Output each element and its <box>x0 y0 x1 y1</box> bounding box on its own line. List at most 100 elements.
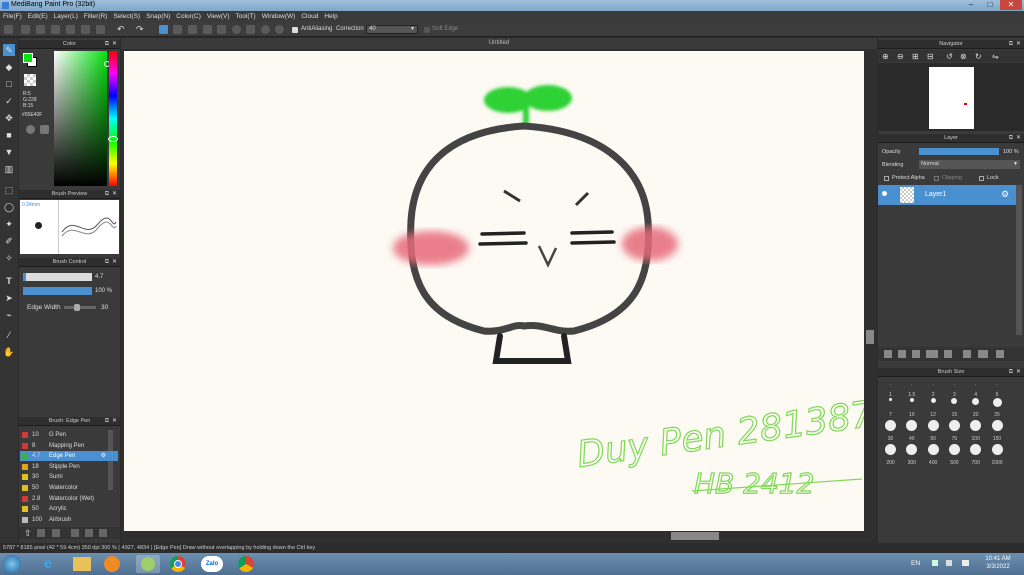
eyedropper-tool-icon[interactable]: ⁄ <box>3 329 15 341</box>
export-icon[interactable] <box>66 25 75 34</box>
start-button[interactable] <box>3 555 21 573</box>
brush-size-option[interactable]: 70 <box>944 420 965 442</box>
protect-alpha-checkbox[interactable] <box>884 176 889 181</box>
brush-up-icon[interactable]: ⇧ <box>24 528 32 539</box>
shape-fill-tool-icon[interactable]: ■ <box>3 129 15 141</box>
blending-select[interactable]: Normal ▼ <box>919 160 1020 169</box>
layer-row[interactable]: Layer1 ⚙ <box>878 185 1016 205</box>
fit-icon[interactable]: ⊞ <box>912 52 919 61</box>
fill-select-icon[interactable] <box>188 25 197 34</box>
menu-edit[interactable]: Edit(E) <box>25 11 51 22</box>
popout-icon[interactable]: ⧉ <box>1009 134 1013 143</box>
redo-icon[interactable]: ↷ <box>136 25 145 34</box>
brush-size-option[interactable]: · <box>880 378 901 388</box>
image-icon[interactable] <box>81 25 90 34</box>
zalo-icon[interactable]: Zalo <box>201 556 223 572</box>
brush-list-item[interactable]: 50 Watercolor <box>20 483 118 493</box>
radial-snap-icon[interactable] <box>261 25 270 34</box>
explorer-icon[interactable] <box>73 557 91 571</box>
close-icon[interactable]: ✕ <box>112 258 117 267</box>
select-pen-tool-icon[interactable]: ✐ <box>3 235 15 247</box>
actual-size-icon[interactable]: ⊟ <box>927 52 934 61</box>
brush-size-option[interactable]: 400 <box>923 444 944 466</box>
brush-size-option[interactable]: 1000 <box>987 444 1008 466</box>
check-tool-icon[interactable]: ✓ <box>3 95 15 107</box>
brush-copy-icon[interactable] <box>99 529 107 537</box>
gear-icon[interactable]: ⚙ <box>1001 189 1009 200</box>
hue-slider[interactable] <box>108 51 118 186</box>
antialiasing-checkbox[interactable] <box>292 27 298 33</box>
soft-edge-checkbox[interactable] <box>424 27 430 33</box>
minimize-button[interactable]: – <box>962 0 980 10</box>
brush-size-option[interactable]: 3 <box>944 388 965 398</box>
hand-tool-icon[interactable]: ✋ <box>3 346 15 358</box>
brush-folder-icon[interactable] <box>85 529 93 537</box>
brush-size-option[interactable]: 12 <box>923 398 944 418</box>
edge-width-thumb[interactable] <box>73 304 80 311</box>
brush-size-option[interactable]: 15 <box>944 398 965 418</box>
delete-layer-icon[interactable] <box>996 350 1004 358</box>
brush-size-option[interactable]: 25 <box>987 398 1008 418</box>
lock-checkbox[interactable] <box>979 176 984 181</box>
ie-icon[interactable]: e <box>40 556 56 572</box>
add-8bit-layer-icon[interactable] <box>912 350 920 358</box>
brush-menu-icon[interactable] <box>52 529 60 537</box>
concentric-snap-icon[interactable] <box>275 25 284 34</box>
undo-icon[interactable]: ↶ <box>117 25 126 34</box>
brush-size-option[interactable]: 7 <box>880 398 901 418</box>
hue-slider-thumb[interactable] <box>108 136 118 142</box>
popout-icon[interactable]: ⧉ <box>1009 368 1013 377</box>
brush-size-option[interactable]: 1.5 <box>901 388 922 398</box>
menu-filter[interactable]: Filter(R) <box>81 11 110 22</box>
menu-tool[interactable]: Tool(T) <box>233 11 259 22</box>
brush-tool-icon[interactable]: ✎ <box>3 44 15 56</box>
layer-menu-icon[interactable] <box>926 350 938 358</box>
brush-size-option[interactable]: 2 <box>923 388 944 398</box>
divide-tool-icon[interactable]: ⌁ <box>3 309 15 321</box>
grid-icon[interactable] <box>217 25 226 34</box>
network-icon[interactable] <box>962 560 969 566</box>
menu-color[interactable]: Color(C) <box>173 11 204 22</box>
gear-icon[interactable]: ⚙ <box>101 451 106 461</box>
horizontal-scrollbar[interactable] <box>671 532 719 540</box>
brush-size-option[interactable]: · <box>923 378 944 388</box>
close-icon[interactable]: ✕ <box>1016 134 1021 143</box>
popout-icon[interactable]: ⧉ <box>105 40 109 49</box>
add-layer-icon[interactable] <box>884 350 892 358</box>
dot-tool-icon[interactable]: □ <box>3 78 15 90</box>
close-icon[interactable]: ✕ <box>1016 368 1021 377</box>
rotate-right-icon[interactable]: ↻ <box>975 52 982 61</box>
close-button[interactable]: ✕ <box>1000 0 1022 10</box>
transparent-swatch[interactable] <box>24 74 36 86</box>
rotate-left-icon[interactable]: ↺ <box>946 52 953 61</box>
color-palette-icon[interactable] <box>40 125 49 134</box>
maximize-button[interactable]: □ <box>981 0 999 10</box>
drawing-canvas[interactable]: Duy Pen 281387 HB 2412 <box>124 51 877 531</box>
settings-icon[interactable] <box>96 25 105 34</box>
select-eraser-tool-icon[interactable]: ✧ <box>3 252 15 264</box>
eye-icon[interactable] <box>882 191 887 196</box>
menu-snap[interactable]: Snap(N) <box>143 11 173 22</box>
chrome-profile-icon[interactable] <box>238 556 254 572</box>
zoom-out-icon[interactable]: ⊖ <box>897 52 904 61</box>
color-saturation-picker[interactable] <box>54 51 110 186</box>
brush-size-option[interactable]: 700 <box>965 444 986 466</box>
brush-size-option[interactable]: 500 <box>944 444 965 466</box>
brush-size-option[interactable]: 30 <box>880 420 901 442</box>
language-indicator[interactable]: EN <box>911 560 920 567</box>
brush-size-option[interactable]: 300 <box>901 444 922 466</box>
rotate-reset-icon[interactable]: ⊗ <box>960 52 967 61</box>
cloud-icon[interactable] <box>51 25 60 34</box>
brush-size-option[interactable]: 5 <box>987 388 1008 398</box>
square-snap-icon[interactable] <box>246 25 255 34</box>
brush-size-option[interactable]: 150 <box>987 420 1008 442</box>
navigator-preview[interactable] <box>878 63 1024 131</box>
merge-layer-icon[interactable] <box>978 350 988 358</box>
new-file-icon[interactable] <box>4 25 13 34</box>
popout-icon[interactable]: ⧉ <box>105 417 109 426</box>
select-tool-icon[interactable]: ⬚ <box>3 184 15 196</box>
select-mode-icon[interactable] <box>159 25 168 34</box>
popout-icon[interactable]: ⧉ <box>105 190 109 199</box>
eraser-tool-icon[interactable]: ◆ <box>3 61 15 73</box>
brush-list-item[interactable]: 10 G Pen <box>20 430 118 440</box>
